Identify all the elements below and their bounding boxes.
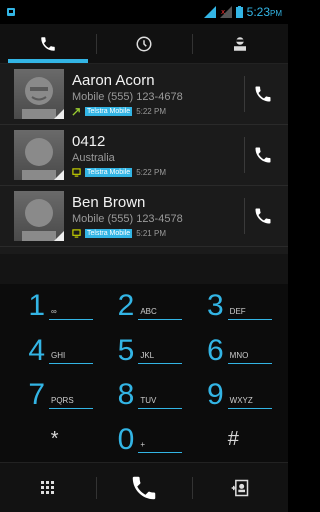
contact-number: Mobile (555) 123-4678 [72,91,183,103]
recent-call-list: Aaron Acorn Mobile (555) 123-4678 Telstr… [0,64,288,254]
missed-call-icon [72,229,81,238]
key-letters: JKL [138,351,183,365]
contact-icon [234,36,246,51]
signal-x-icon: x [219,6,232,18]
key-letters: GHI [49,351,93,365]
call-back-button[interactable] [244,76,280,112]
call-time: 5:21 PM [136,229,166,238]
svg-text:x: x [221,8,225,16]
call-icon [132,476,156,499]
key-letters: ABC [138,307,183,320]
key-letters: WXYZ [227,396,272,409]
contact-name: 0412 [72,133,106,150]
key-letters: PQRS [49,396,93,409]
status-time: 5:23PM [246,5,282,19]
dialpad-key-1[interactable]: 1 ∞ [10,284,99,329]
call-back-button[interactable] [244,198,280,234]
dialpad-key-8[interactable]: 8 TUV [99,373,188,418]
action-bar [0,462,288,512]
key-digit: 4 [28,333,45,367]
status-bar: x 5:23PM [0,0,288,24]
avatar[interactable] [14,69,64,119]
key-digit: 7 [28,378,45,412]
sim-badge: Telstra Mobile [85,229,133,238]
dialpad-grid-icon [41,480,54,494]
add-contact-icon [231,479,249,496]
list-item[interactable]: 0412 Australia Telstra Mobile 5:22 PM [0,125,288,186]
dialpad-key-4[interactable]: 4 GHI [10,329,99,374]
phone-icon [255,208,270,224]
key-digit: 2 [117,289,135,323]
phone-icon [255,147,270,163]
tab-bar [0,24,288,64]
dialpad-key-5[interactable]: 5 JKL [99,329,188,374]
battery-icon [235,6,243,18]
voicemail-icon: ∞ [49,307,93,320]
tab-recent[interactable] [96,24,192,63]
key-letters: DEF [227,307,272,320]
phone-icon [41,36,55,51]
contact-name: Aaron Acorn [72,72,155,89]
key-digit: 6 [206,333,224,367]
key-letters: MNO [227,351,272,365]
contact-number: Mobile (555) 123-4578 [72,213,183,225]
dialpad-key-hash[interactable]: # [189,418,278,463]
call-time: 5:22 PM [136,168,166,177]
call-time: 5:22 PM [136,107,166,116]
outgoing-call-icon [72,108,80,116]
add-contact-button[interactable] [192,463,288,512]
phone-icon [255,86,270,102]
key-digit: 1 [28,289,45,323]
key-symbol: # [227,428,239,451]
dialpad-key-3[interactable]: 3 DEF [189,284,278,329]
key-symbol: * [50,428,59,451]
avatar[interactable] [14,130,64,180]
dialpad-key-star[interactable]: * [10,418,99,463]
call-button[interactable] [96,463,192,512]
dialpad-key-2[interactable]: 2 ABC [99,284,188,329]
signal-icon [203,6,216,18]
call-back-button[interactable] [244,137,280,173]
key-digit: 5 [117,333,135,367]
dialpad-key-7[interactable]: 7 PQRS [10,373,99,418]
contact-number: Australia [72,152,115,164]
tab-contacts[interactable] [192,24,288,63]
missed-call-icon [72,168,81,177]
sim-badge: Telstra Mobile [85,107,133,116]
notification-icon [7,8,15,16]
sim-badge: Telstra Mobile [85,168,133,177]
key-digit: 9 [206,378,224,412]
key-digit: 0 [117,422,135,456]
key-letters: + [138,440,183,454]
digits-field[interactable] [0,254,288,284]
contact-name: Ben Brown [72,194,146,211]
key-digit: 3 [206,289,224,323]
clock-icon [136,36,152,51]
key-letters: TUV [138,396,183,409]
tab-phone[interactable] [0,24,96,63]
dialpad-key-6[interactable]: 6 MNO [189,329,278,374]
key-digit: 8 [117,378,135,412]
dialpad-toggle-button[interactable] [0,463,96,512]
list-item[interactable]: Aaron Acorn Mobile (555) 123-4678 Telstr… [0,64,288,125]
avatar[interactable] [14,191,64,241]
dialpad-key-0[interactable]: 0 + [99,418,188,463]
dialpad-key-9[interactable]: 9 WXYZ [189,373,278,418]
dialpad: 1 ∞ 2 ABC 3 DEF 4 GHI 5 JKL 6 MNO 7 PQRS… [0,284,288,462]
list-item[interactable]: Ben Brown Mobile (555) 123-4578 Telstra … [0,186,288,247]
